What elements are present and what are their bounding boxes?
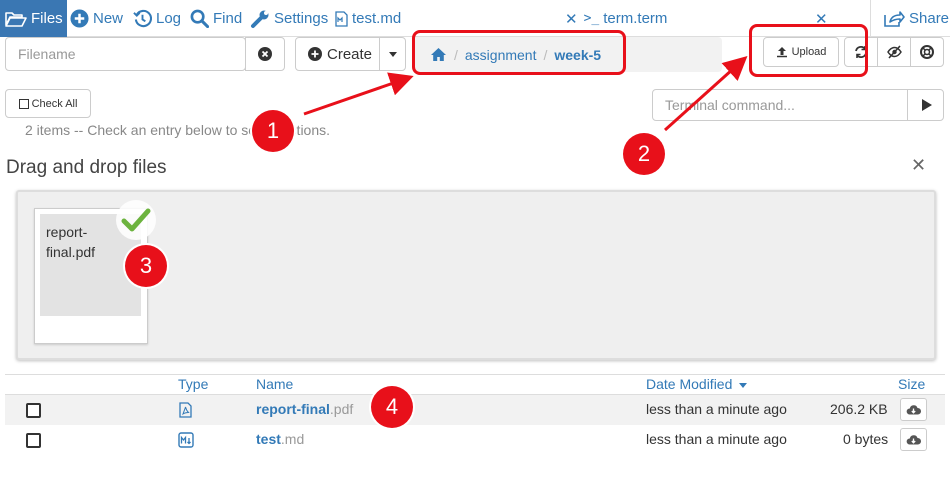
- annotation-badge-1: 1: [252, 110, 294, 152]
- annotation-arrow-2: [663, 55, 748, 132]
- annotation-badge-2: 2: [623, 133, 665, 175]
- annotation-arrows: [303, 55, 748, 132]
- annotation-badge-3: 3: [125, 245, 167, 287]
- annotation-arrow-1: [303, 72, 414, 116]
- annotation-badge-4: 4: [371, 386, 413, 428]
